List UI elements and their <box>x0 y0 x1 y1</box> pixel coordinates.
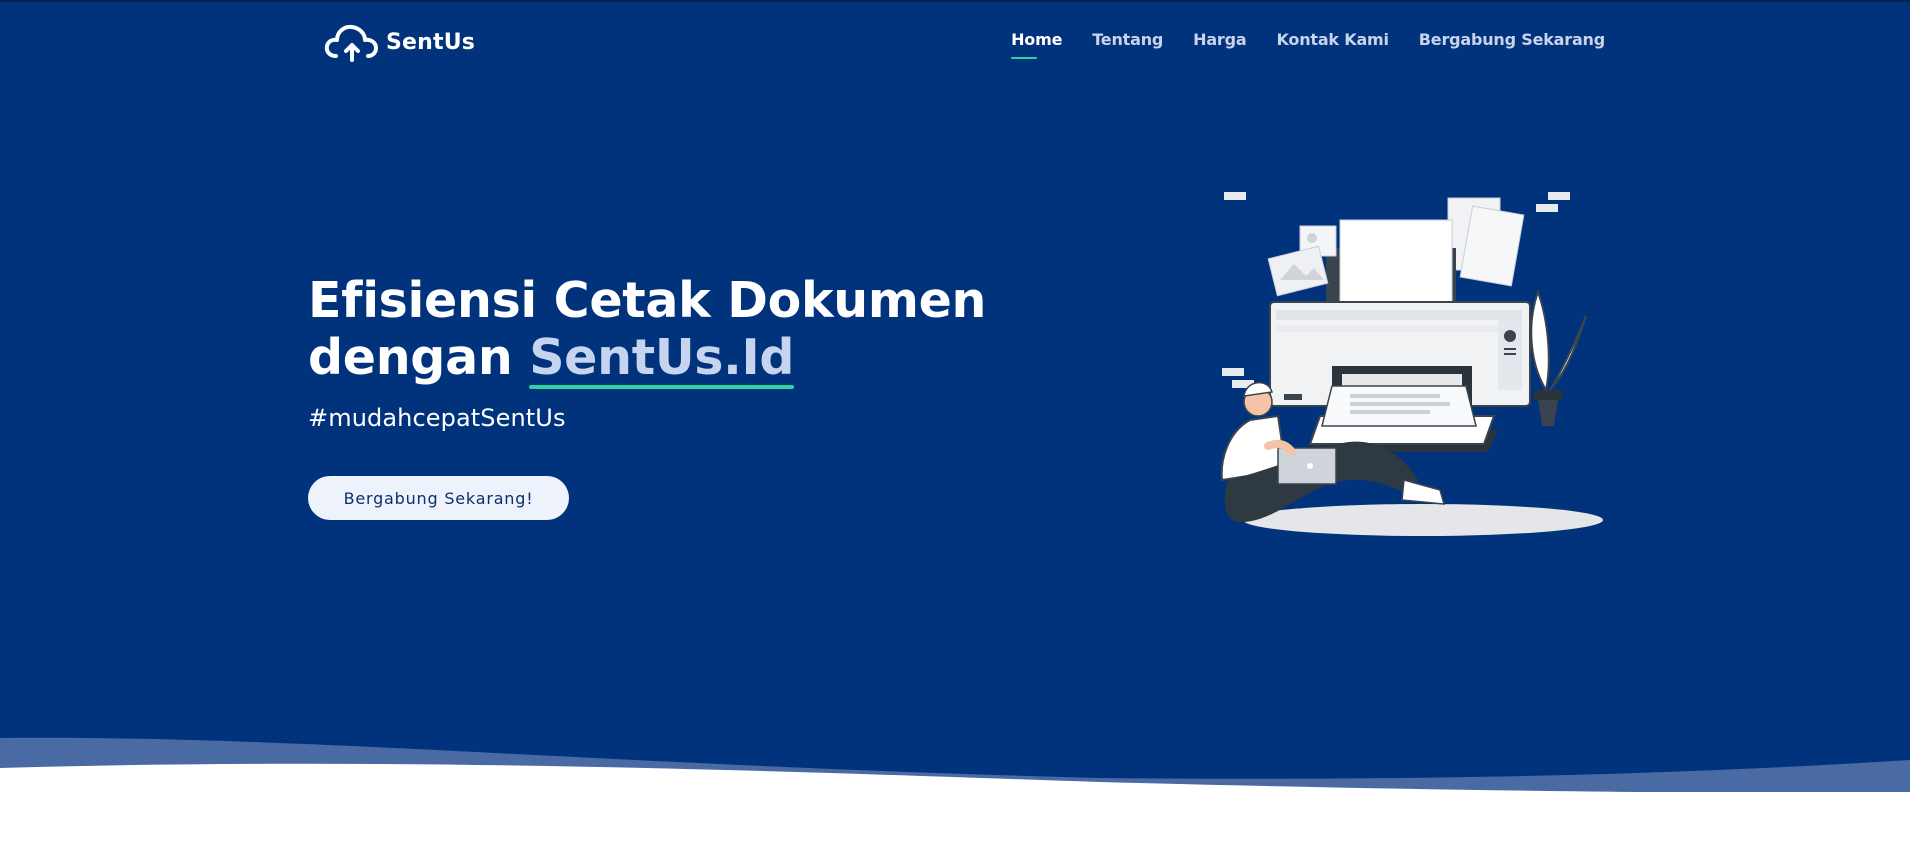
nav-link-tentang[interactable]: Tentang <box>1092 30 1163 49</box>
nav-item-tentang: Tentang <box>1092 30 1163 50</box>
nav-item-harga: Harga <box>1193 30 1247 50</box>
nav-item-kontak: Kontak Kami <box>1276 30 1389 50</box>
headline-accent-brand: SentUs.Id <box>529 329 795 389</box>
hero-tagline: #mudahcepatSentUs <box>308 404 566 432</box>
nav-item-bergabung: Bergabung Sekarang <box>1419 30 1605 50</box>
headline-line-1: Efisiensi Cetak Dokumen <box>308 272 987 329</box>
hero-background <box>0 0 1910 800</box>
join-now-button[interactable]: Bergabung Sekarang! <box>308 476 569 520</box>
printer-illustration-icon <box>1220 192 1603 536</box>
nav-menu: Home Tentang Harga Kontak Kami Bergabung… <box>1011 30 1605 59</box>
nav-item-home: Home <box>1011 30 1062 59</box>
nav-link-kontak-kami[interactable]: Kontak Kami <box>1276 30 1389 49</box>
top-navbar: SentUs Home Tentang Harga Kontak Kami Be… <box>0 0 1910 84</box>
nav-link-bergabung-sekarang[interactable]: Bergabung Sekarang <box>1419 30 1605 49</box>
nav-link-home[interactable]: Home <box>1011 30 1062 49</box>
hero-section: SentUs Home Tentang Harga Kontak Kami Be… <box>0 0 1910 865</box>
cloud-upload-icon <box>324 24 378 62</box>
headline-line-2-prefix: dengan <box>308 329 530 386</box>
nav-link-harga[interactable]: Harga <box>1193 30 1247 49</box>
hero-headline: Efisiensi Cetak Dokumen dengan SentUs.Id <box>308 272 1008 389</box>
brand-name: SentUs <box>386 29 476 55</box>
brand-logo-link[interactable]: SentUs <box>324 22 475 62</box>
